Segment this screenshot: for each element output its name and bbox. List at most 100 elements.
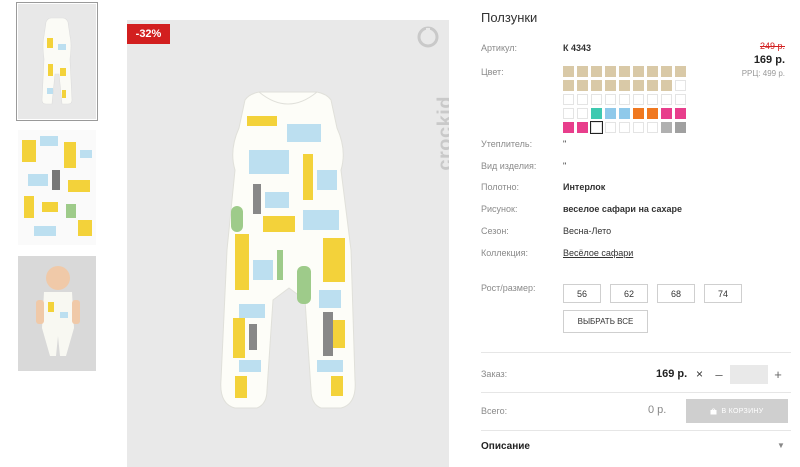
color-swatch[interactable] [675, 80, 686, 91]
color-swatch[interactable] [647, 108, 658, 119]
color-swatch[interactable] [661, 122, 672, 133]
cart-icon [710, 407, 717, 414]
color-swatch[interactable] [647, 66, 658, 77]
color-swatch[interactable] [563, 94, 574, 105]
old-price: 249 р. [759, 41, 785, 51]
color-swatch[interactable] [647, 80, 658, 91]
description-toggle[interactable]: Описание [481, 441, 530, 452]
color-swatch[interactable] [577, 108, 588, 119]
multiply-icon: × [696, 367, 704, 381]
color-swatch[interactable] [591, 108, 602, 119]
thumbnail-model[interactable] [18, 256, 96, 371]
color-swatch[interactable] [605, 66, 616, 77]
color-swatch[interactable] [563, 80, 574, 91]
collection-link[interactable]: Весёлое сафари [563, 248, 633, 258]
color-swatch[interactable] [577, 122, 588, 133]
season-value: Весна-Лето [563, 226, 612, 236]
size-option-68[interactable]: 68 [657, 284, 695, 303]
divider [481, 352, 791, 353]
article-value: К 4343 [563, 43, 592, 53]
item-type-value: " [563, 161, 567, 171]
collection-row: Коллекция: Весёлое сафари [481, 248, 791, 258]
divider [481, 392, 791, 393]
color-swatch[interactable] [605, 122, 616, 133]
collection-label: Коллекция: [481, 248, 529, 258]
color-swatch[interactable] [619, 80, 630, 91]
quantity-increase-button[interactable]: + [771, 365, 785, 383]
color-swatch[interactable] [591, 80, 602, 91]
romper-illustration [220, 91, 356, 409]
attribute-row: Полотно: Интерлок [481, 182, 791, 192]
order-label: Заказ: [481, 369, 508, 379]
color-swatch[interactable] [619, 66, 630, 77]
size-options: 56 62 68 74 [563, 284, 742, 303]
baby-model-image [36, 266, 80, 356]
add-to-cart-label: В КОРЗИНУ [721, 407, 764, 415]
color-swatch[interactable] [633, 122, 644, 133]
color-swatch[interactable] [619, 122, 630, 133]
thumbnail-front[interactable] [16, 2, 98, 121]
thumbnail-strip [16, 2, 98, 382]
size-option-62[interactable]: 62 [610, 284, 648, 303]
color-label: Цвет: [481, 67, 504, 77]
color-swatch[interactable] [661, 66, 672, 77]
insulation-value: " [563, 139, 567, 149]
total-label: Всего: [481, 406, 508, 416]
insulation-label: Утеплитель: [481, 139, 533, 149]
print-label: Рисунок: [481, 204, 518, 214]
color-swatch[interactable] [563, 122, 574, 133]
romper-thumbnail-image [41, 17, 73, 105]
color-swatch[interactable] [675, 94, 686, 105]
color-swatch[interactable] [675, 108, 686, 119]
order-unit-price: 169 р. [656, 368, 688, 380]
color-swatch[interactable] [675, 66, 686, 77]
color-swatch[interactable] [577, 66, 588, 77]
color-swatch[interactable] [591, 66, 602, 77]
select-all-sizes-button[interactable]: ВЫБРАТЬ ВСЕ [563, 310, 648, 333]
attribute-row: Утеплитель: " [481, 139, 791, 149]
color-swatch[interactable] [647, 94, 658, 105]
item-type-label: Вид изделия: [481, 161, 537, 171]
size-option-74[interactable]: 74 [704, 284, 742, 303]
color-swatch[interactable] [619, 108, 630, 119]
color-swatch[interactable] [633, 108, 644, 119]
color-swatch[interactable] [633, 94, 644, 105]
color-swatch[interactable] [661, 108, 672, 119]
color-swatch[interactable] [675, 122, 686, 133]
article-label: Артикул: [481, 43, 518, 53]
print-value: веселое сафари на сахаре [563, 204, 683, 214]
divider [481, 430, 791, 431]
fabric-value: Интерлок [563, 182, 606, 192]
attribute-row: Вид изделия: " [481, 161, 791, 171]
total-value: 0 р. [648, 404, 667, 416]
color-swatch[interactable] [591, 94, 602, 105]
color-swatch[interactable] [590, 121, 603, 134]
size-label: Рост/размер: [481, 283, 536, 293]
color-swatch[interactable] [577, 80, 588, 91]
chevron-down-icon[interactable]: ▼ [777, 441, 785, 450]
current-price: 169 р. [753, 54, 785, 66]
color-swatch[interactable] [633, 66, 644, 77]
discount-badge: -32% [127, 24, 170, 44]
color-swatch[interactable] [633, 80, 644, 91]
thumbnail-fabric[interactable] [18, 130, 96, 245]
size-option-56[interactable]: 56 [563, 284, 601, 303]
color-swatch[interactable] [619, 94, 630, 105]
attribute-row: Сезон: Весна-Лето [481, 226, 791, 236]
color-swatch[interactable] [647, 122, 658, 133]
attribute-row: Рисунок: веселое сафари на сахаре [481, 204, 791, 214]
color-swatch[interactable] [661, 94, 672, 105]
color-swatch[interactable] [661, 80, 672, 91]
color-swatch[interactable] [605, 94, 616, 105]
color-swatch[interactable] [605, 80, 616, 91]
color-swatch[interactable] [605, 108, 616, 119]
main-product-image[interactable]: -32% crockid [127, 20, 449, 467]
color-swatch[interactable] [563, 66, 574, 77]
color-swatch-grid [563, 66, 686, 134]
color-swatch[interactable] [577, 94, 588, 105]
quantity-decrease-button[interactable]: – [712, 365, 726, 383]
fabric-label: Полотно: [481, 182, 520, 192]
add-to-cart-button[interactable]: В КОРЗИНУ [686, 399, 788, 423]
quantity-input[interactable] [730, 365, 768, 384]
color-swatch[interactable] [563, 108, 574, 119]
